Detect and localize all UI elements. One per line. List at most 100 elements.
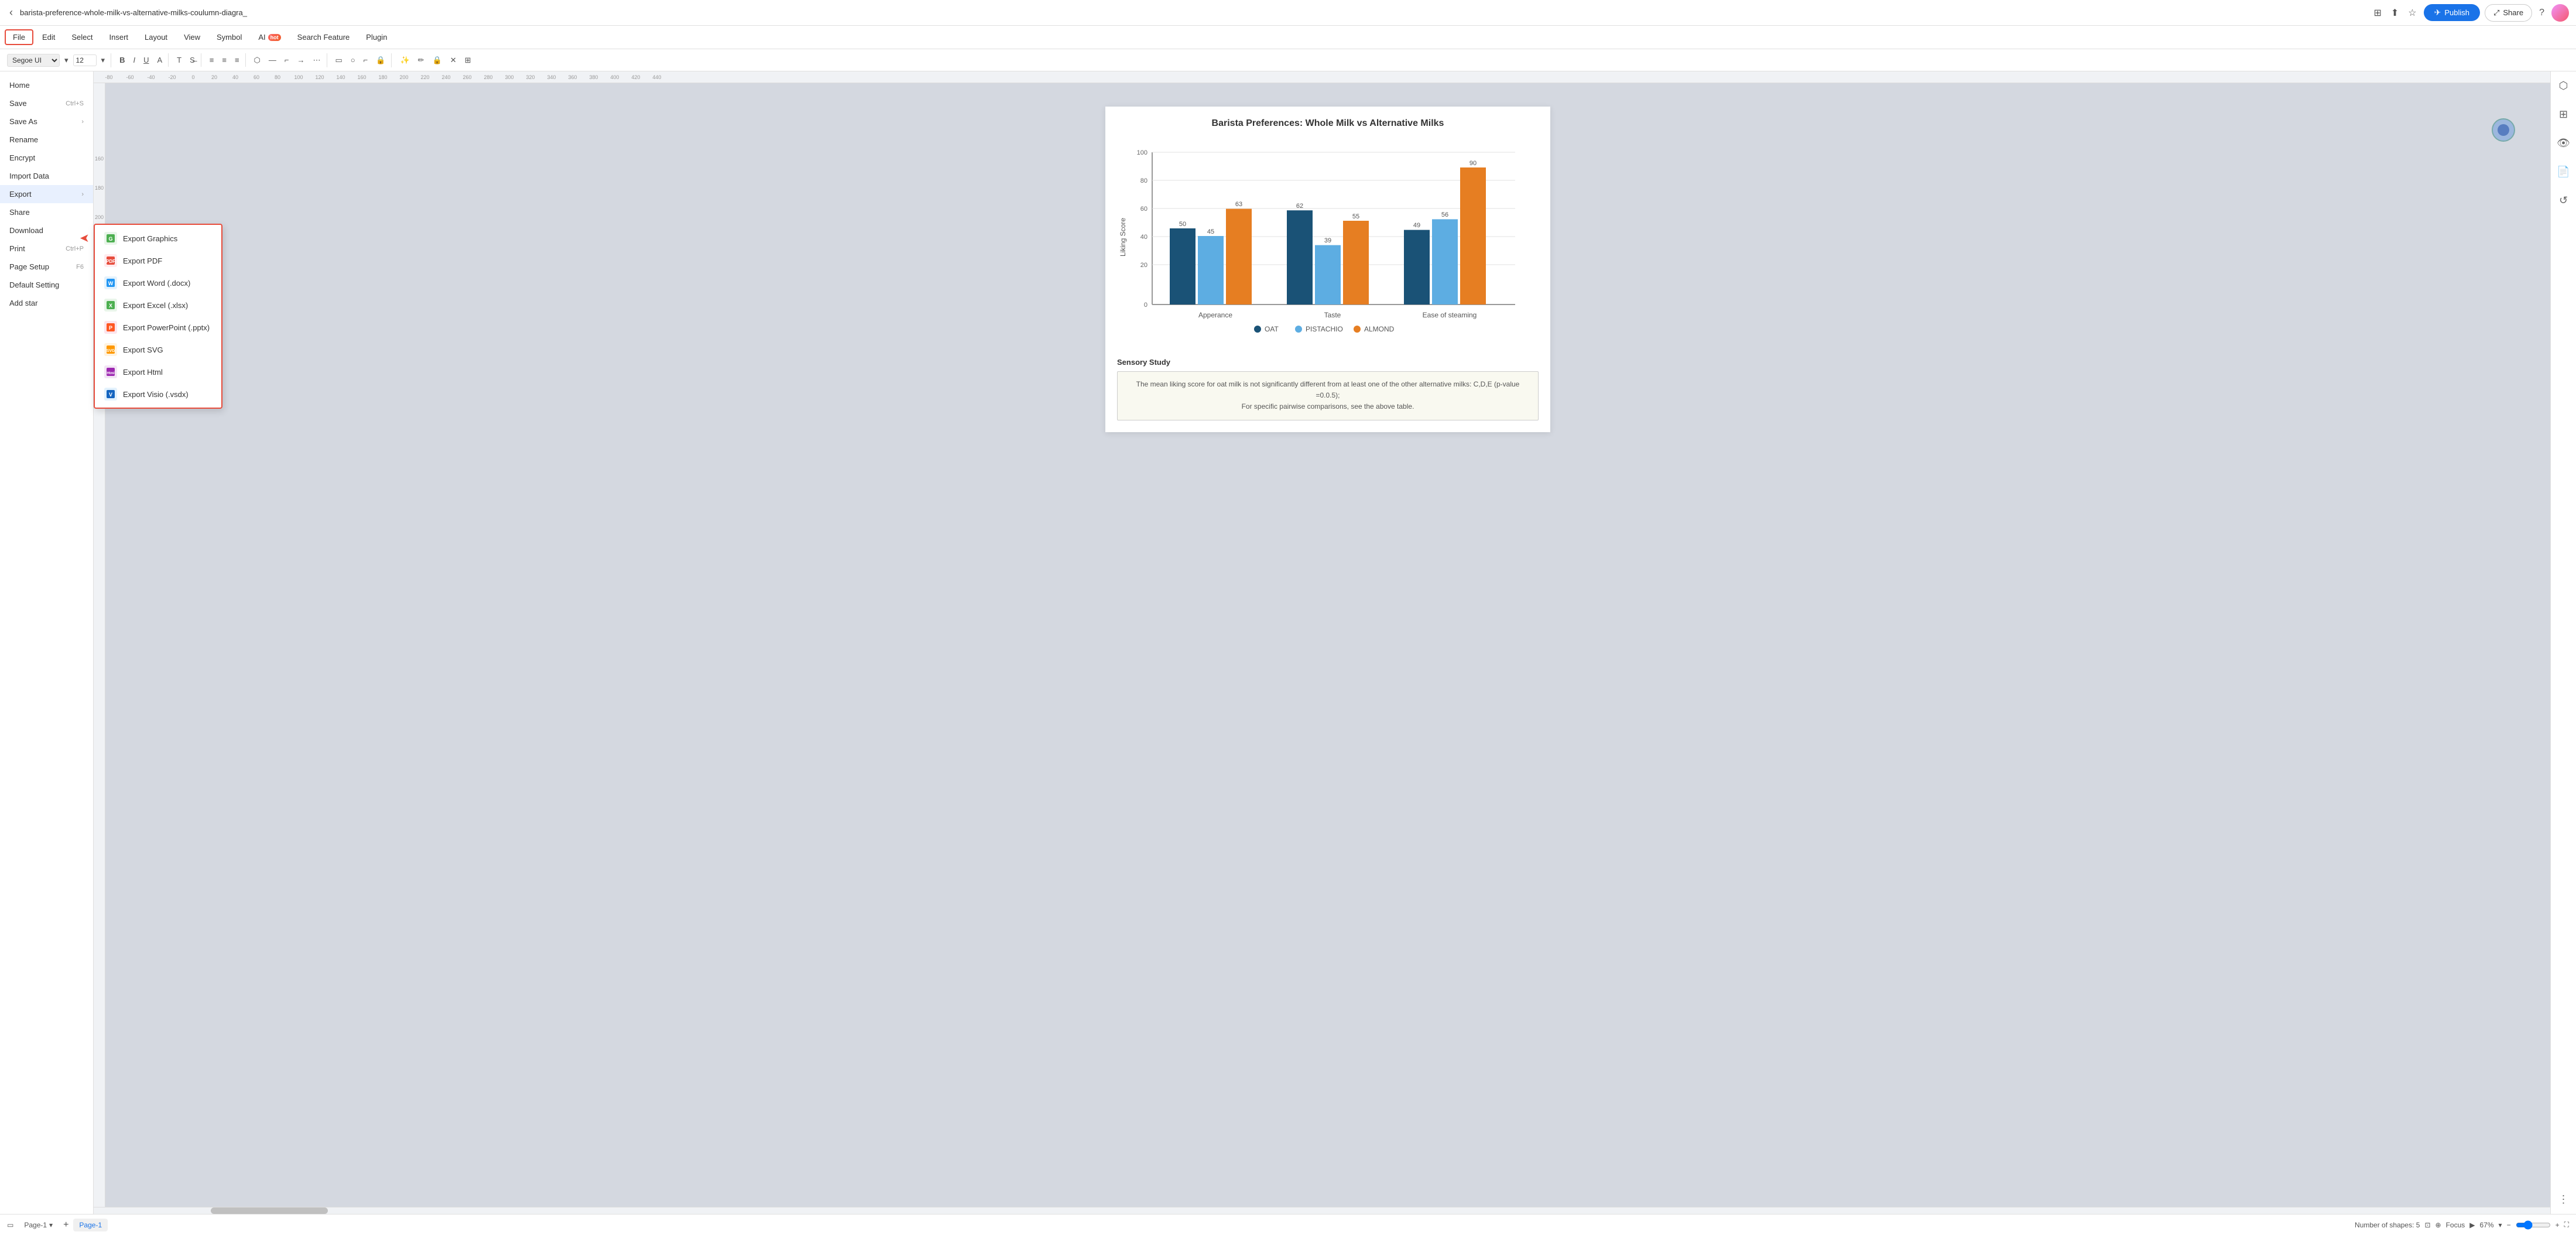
align-right[interactable]: ≡ [231,53,243,67]
bold-button[interactable]: B [116,53,128,67]
arrow-button[interactable]: → [294,53,309,67]
svg-text:Taste: Taste [1324,311,1341,319]
sensory-study: Sensory Study The mean liking score for … [1105,358,1550,432]
export-graphics-icon: G [104,232,117,245]
dotted-button[interactable]: ⋯ [310,53,324,67]
canvas-scroll[interactable]: Barista Preferences: Whole Milk vs Alter… [105,83,2550,1207]
menu-search[interactable]: Search Feature [290,30,358,45]
file-menu-share[interactable]: Share [0,203,93,221]
star-icon[interactable]: ☆ [2406,5,2419,21]
align-left[interactable]: ≡ [206,53,218,67]
file-menu-default[interactable]: Default Setting [0,276,93,294]
bottom-right: Number of shapes: 5 ⊡ ⊕ Focus ▶ 67% ▾ − … [2355,1220,2569,1230]
font-family-select[interactable]: Segoe UI [7,54,60,67]
document: Barista Preferences: Whole Milk vs Alter… [1105,107,1550,432]
connector-button[interactable]: ⌐ [281,53,293,67]
export-visio-icon: V [104,388,117,401]
bar-appearance-oat [1170,228,1195,305]
svg-text:60: 60 [1140,206,1147,213]
page-tab-1[interactable]: Page-1 [73,1219,108,1231]
pen-button[interactable]: ✏ [415,53,428,67]
right-history-icon[interactable]: ↺ [2556,191,2571,210]
export-svg[interactable]: SVG Export SVG [95,338,221,361]
align-center[interactable]: ≡ [218,53,230,67]
play-icon[interactable]: ▶ [2469,1221,2475,1229]
zoom-out-icon[interactable]: − [2507,1221,2511,1229]
share-button[interactable]: ⤢ Share [2485,4,2532,22]
file-menu-import[interactable]: Import Data [0,167,93,185]
menu-layout[interactable]: Layout [137,30,175,45]
circle-button[interactable]: ○ [347,53,359,67]
strikethrough-icon[interactable]: S̶ [186,53,198,67]
bottom-bar: ▭ Page-1 ▾ + Page-1 Number of shapes: 5 … [0,1214,2576,1235]
grid-icon[interactable]: ⊞ [2371,5,2383,21]
menu-view[interactable]: View [176,30,208,45]
font-size-input[interactable] [73,54,97,66]
publish-button[interactable]: ✈ Publish [2424,4,2480,21]
export-ppt[interactable]: P Export PowerPoint (.pptx) [95,316,221,338]
right-side-icon[interactable]: ⋮ [2555,1190,2572,1209]
zoom-slider[interactable] [2516,1220,2551,1230]
export-html[interactable]: Html Export Html [95,361,221,383]
font-size-dropdown[interactable]: ▾ [98,53,109,67]
lock-button[interactable]: 🔒 [372,53,389,67]
h-scrollbar[interactable] [94,1207,2550,1214]
font-dropdown-icon[interactable]: ▾ [61,53,72,67]
menu-select[interactable]: Select [64,30,100,45]
back-button[interactable]: ‹ [7,4,15,21]
file-menu-encrypt[interactable]: Encrypt [0,149,93,167]
export-word[interactable]: W Export Word (.docx) [95,272,221,294]
text-icon[interactable]: T [173,53,185,67]
right-grid-icon[interactable]: ⊞ [2556,105,2571,124]
menu-plugin[interactable]: Plugin [358,30,395,45]
lock2-button[interactable]: 🔒 [429,53,446,67]
line-button[interactable]: — [265,53,280,67]
file-menu-export[interactable]: Export › [0,185,93,203]
table-button[interactable]: ⊞ [461,53,475,67]
rect-button[interactable]: ▭ [332,53,346,67]
file-menu-save[interactable]: Save Ctrl+S [0,94,93,112]
menu-symbol[interactable]: Symbol [209,30,249,45]
magic-button[interactable]: ✨ [396,53,413,67]
menu-insert[interactable]: Insert [102,30,136,45]
file-menu-save-as[interactable]: Save As › [0,112,93,131]
svg-text:SVG: SVG [107,349,115,353]
underline-button[interactable]: U [140,53,152,67]
export-graphics[interactable]: G Export Graphics [95,227,221,249]
menu-file[interactable]: File [5,29,33,45]
right-doc-icon[interactable]: 📄 [2553,162,2573,182]
fullscreen-icon[interactable]: ⛶ [2564,1220,2569,1229]
export-visio[interactable]: V Export Visio (.vsdx) [95,383,221,405]
page-tab-selector[interactable]: Page-1 ▾ [18,1219,59,1231]
focus-icon[interactable]: ⊕ [2435,1221,2441,1229]
export-icon[interactable]: ⬆ [2389,5,2401,21]
bar-ease-oat [1404,230,1430,305]
layers-icon: ⊡ [2424,1221,2430,1229]
h-scrollbar-thumb[interactable] [211,1207,328,1214]
export-excel[interactable]: X Export Excel (.xlsx) [95,294,221,316]
file-menu-addstar[interactable]: Add star [0,294,93,312]
menu-ai[interactable]: AI hot [251,30,288,45]
file-menu-home[interactable]: Home [0,76,93,94]
file-menu-rename[interactable]: Rename [0,131,93,149]
delete-button[interactable]: ✕ [447,53,460,67]
right-eye-icon[interactable]: 👁 [2553,134,2574,153]
right-snap-icon[interactable]: ⬡ [2556,76,2572,95]
user-avatar[interactable] [2551,4,2569,22]
add-page-button[interactable]: + [63,1220,68,1230]
export-pdf[interactable]: PDF Export PDF [95,249,221,272]
file-menu-pagesetup[interactable]: Page Setup F6 [0,258,93,276]
shape-button[interactable]: ⬡ [251,53,264,67]
export-word-icon: W [104,276,117,289]
page-dropdown[interactable]: ▾ [49,1221,53,1229]
zoom-in-icon[interactable]: + [2556,1221,2560,1229]
bottom-left: ▭ Page-1 ▾ + Page-1 [7,1219,108,1231]
export-visio-label: Export Visio (.vsdx) [123,390,189,399]
help-icon[interactable]: ? [2537,5,2547,20]
font-color-button[interactable]: A [153,53,166,67]
corner-button[interactable]: ⌐ [360,53,372,67]
zoom-down[interactable]: ▾ [2499,1221,2502,1229]
navigation-circle[interactable] [2492,118,2515,142]
italic-button[interactable]: I [129,53,139,67]
menu-edit[interactable]: Edit [35,30,63,45]
